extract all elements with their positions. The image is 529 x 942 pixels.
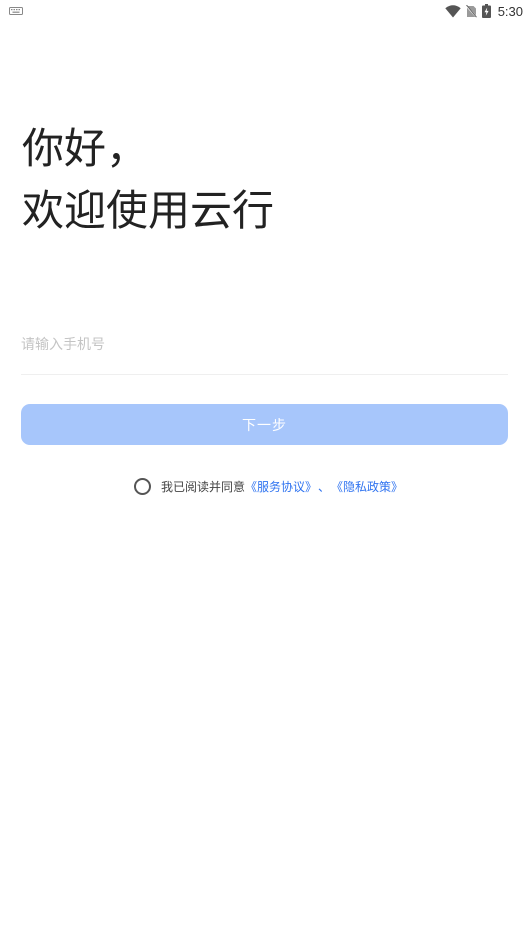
status-icons: 5:30 (444, 2, 523, 20)
no-sim-icon (465, 4, 477, 18)
status-time: 5:30 (497, 3, 523, 19)
battery-charging-icon (481, 4, 491, 18)
greeting-line-1: 你好， (22, 124, 149, 173)
status-bar: 5:30 (0, 0, 529, 22)
service-agreement-link[interactable]: 《服务协议》 (245, 478, 317, 495)
greeting-line-2: 欢迎使用云行 (22, 186, 275, 235)
greeting-title: 你好， 欢迎使用云行 (22, 118, 274, 242)
input-divider (21, 374, 508, 375)
agreement-separator: 、 (318, 479, 331, 494)
phone-input[interactable] (21, 330, 508, 360)
wifi-icon (444, 4, 461, 18)
agreement-prefix: 我已阅读并同意 (160, 479, 245, 494)
keyboard-icon (9, 7, 23, 15)
next-button[interactable]: 下一步 (21, 404, 508, 445)
agreement-row: 我已阅读并同意 《服务协议》 、 《隐私政策》 (0, 474, 529, 498)
agree-checkbox[interactable] (133, 477, 151, 495)
privacy-policy-link[interactable]: 《隐私政策》 (331, 478, 403, 495)
